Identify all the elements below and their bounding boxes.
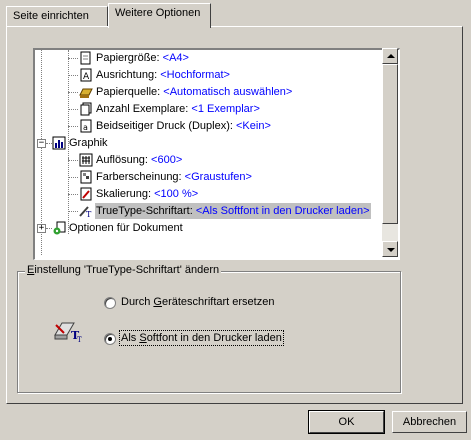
tree-item-value: <Kein>	[236, 120, 271, 132]
radio-softfont-label[interactable]: Als Softfont in den Drucker laden	[119, 330, 284, 346]
tree-item-label: Ausrichtung:	[96, 69, 158, 81]
tree-item-label: Anzahl Exemplare:	[96, 103, 189, 115]
scaling-icon	[80, 187, 92, 201]
tree-item-label: Optionen für Dokument	[69, 222, 183, 234]
scroll-thumb[interactable]	[382, 64, 398, 224]
scroll-up-button[interactable]	[382, 48, 398, 64]
tree-item-label: Papiergröße:	[96, 52, 160, 64]
tree-node-graphik[interactable]: − Graphik	[35, 135, 385, 151]
orientation-icon: A	[80, 68, 92, 82]
tree-item-value: <Graustufen>	[184, 171, 252, 183]
tree-item-aufloesung[interactable]: Auflösung: <600>	[35, 152, 385, 168]
options-tree[interactable]: Papiergröße: <A4> A Ausrichtung: <Hochfo…	[33, 48, 400, 260]
svg-text:T: T	[86, 210, 92, 218]
graphics-icon	[52, 136, 66, 150]
svg-text:T: T	[77, 336, 82, 344]
radio-selected-dot	[108, 337, 112, 341]
tree-item-value: <Hochformat>	[160, 69, 230, 81]
tree-item-farberscheinung[interactable]: Farberscheinung: <Graustufen>	[35, 169, 385, 185]
truetype-icon: T	[79, 206, 92, 218]
cancel-button[interactable]: Abbrechen	[392, 411, 467, 433]
expand-icon[interactable]: +	[37, 224, 46, 233]
color-icon	[80, 170, 92, 184]
tree-item-label: Beidseitiger Druck (Duplex):	[96, 120, 233, 132]
tree-item-value: <1 Exemplar>	[191, 103, 260, 115]
radio-device-font-label[interactable]: Durch Geräteschriftart ersetzen	[121, 296, 274, 308]
svg-text:A: A	[83, 72, 90, 82]
arrow-up-icon	[387, 54, 395, 58]
tree-item-ausrichtung[interactable]: A Ausrichtung: <Hochformat>	[35, 67, 385, 83]
tree-item-skalierung[interactable]: Skalierung: <100 %>	[35, 186, 385, 202]
tree-item-label: Papierquelle:	[96, 86, 161, 98]
tree-item-papierquelle[interactable]: Papierquelle: <Automatisch auswählen>	[35, 84, 385, 100]
radio-softfont[interactable]	[104, 333, 116, 345]
tree-scrollbar[interactable]	[382, 48, 398, 257]
ok-button[interactable]: OK	[308, 410, 385, 434]
scroll-down-button[interactable]	[382, 241, 398, 257]
collapse-icon[interactable]: −	[37, 139, 46, 148]
tree-item-truetype-schriftart[interactable]: T TrueType-Schriftart: <Als Softfont in …	[35, 203, 385, 219]
tab-label: Weitere Optionen	[115, 7, 201, 19]
page-size-icon	[80, 51, 91, 65]
group-label: Einstellung 'TrueType-Schriftart' ändern	[25, 264, 222, 276]
tree-item-label: Skalierung:	[96, 188, 152, 200]
tree-item-value: <600>	[151, 154, 183, 166]
radio-device-font[interactable]	[104, 297, 116, 309]
tab-label: Seite einrichten	[13, 10, 89, 22]
arrow-down-icon	[387, 248, 395, 252]
tree-item-label: Farberscheinung:	[96, 171, 182, 183]
tree-item-anzahl-exemplare[interactable]: Anzahl Exemplare: <1 Exemplar>	[35, 101, 385, 117]
document-options-icon	[53, 221, 66, 235]
paper-tray-icon	[79, 88, 93, 98]
duplex-icon: a	[80, 119, 92, 133]
tree-item-value: <Als Softfont in den Drucker laden>	[195, 205, 370, 217]
resolution-icon	[79, 153, 93, 167]
copies-icon	[80, 102, 92, 116]
tree-item-value: <Automatisch auswählen>	[163, 86, 293, 98]
tree-item-value: <A4>	[162, 52, 189, 64]
tree-item-value: <100 %>	[154, 188, 199, 200]
svg-text:a: a	[83, 123, 88, 132]
tree-item-duplex[interactable]: a Beidseitiger Druck (Duplex): <Kein>	[35, 118, 385, 134]
tree-item-label: Auflösung:	[96, 154, 148, 166]
ok-label: OK	[338, 416, 355, 428]
tree-item-label: Graphik	[69, 137, 108, 149]
cancel-label: Abbrechen	[402, 416, 457, 428]
tree-item-label: TrueType-Schriftart:	[96, 205, 193, 217]
truetype-font-icon: T T	[54, 322, 82, 344]
tree-item-papiergroesse[interactable]: Papiergröße: <A4>	[35, 50, 385, 66]
tab-seite-einrichten[interactable]: Seite einrichten	[6, 6, 108, 26]
tree-node-optionen-dokument[interactable]: + Optionen für Dokument	[35, 220, 385, 236]
tab-weitere-optionen[interactable]: Weitere Optionen	[108, 3, 211, 28]
